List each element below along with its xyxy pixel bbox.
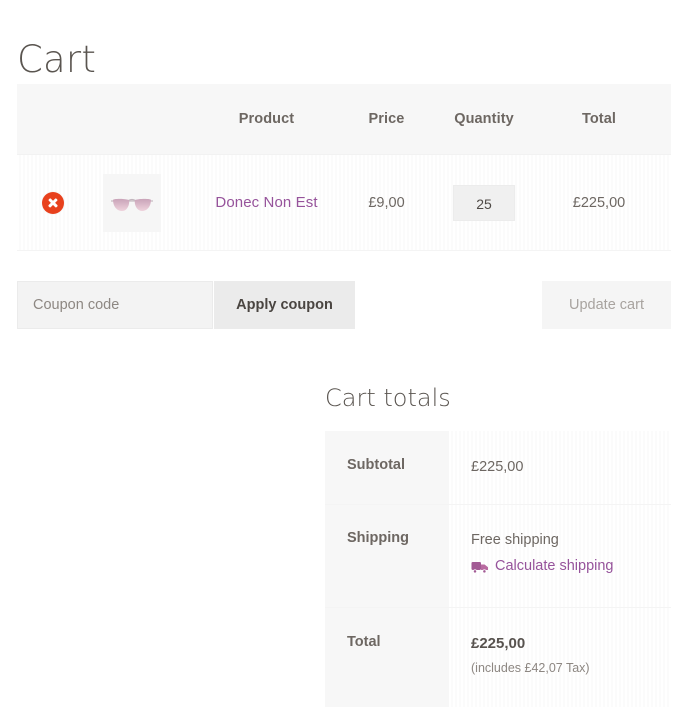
- cart-totals-title: Cart totals: [325, 384, 451, 412]
- delivery-truck-icon: [471, 560, 489, 574]
- column-header-price: Price: [368, 111, 405, 127]
- totals-row-subtotal: Subtotal £225,00: [325, 431, 671, 505]
- product-link[interactable]: Donec Non Est: [215, 194, 317, 211]
- shipping-value: Free shipping Calculate shipping: [449, 505, 671, 607]
- cart-actions-row: Apply coupon Update cart: [17, 281, 671, 329]
- total-value-cell: £225,00 (includes £42,07 Tax): [449, 607, 671, 707]
- cart-table: Product Price Quantity Total Donec Non E…: [17, 84, 671, 251]
- column-header-quantity: Quantity: [454, 111, 514, 127]
- update-cart-button[interactable]: Update cart: [542, 281, 671, 329]
- column-header-product: Product: [238, 111, 295, 127]
- subtotal-value: £225,00: [449, 431, 671, 504]
- calculate-shipping-label: Calculate shipping: [495, 558, 614, 574]
- cart-page: Cart Product Price Quantity Total Donec …: [0, 0, 688, 707]
- coupon-code-input[interactable]: [17, 281, 213, 329]
- product-line-total: £225,00: [572, 194, 626, 211]
- page-title: Cart: [17, 37, 97, 81]
- remove-circle-icon[interactable]: [42, 191, 64, 214]
- table-row: Donec Non Est £9,00 25 £225,00: [17, 155, 671, 251]
- cart-totals-section: Cart totals Subtotal £225,00 Shipping Fr…: [325, 383, 671, 707]
- cart-totals-table: Subtotal £225,00 Shipping Free shipping: [325, 431, 671, 707]
- cart-table-header-row: Product Price Quantity Total: [17, 84, 671, 155]
- quantity-input[interactable]: 25: [453, 184, 515, 221]
- calculate-shipping-link[interactable]: Calculate shipping: [471, 556, 614, 577]
- tax-note: (includes £42,07 Tax): [471, 660, 590, 675]
- remove-cell: [17, 191, 89, 214]
- product-name-cell: Donec Non Est: [189, 194, 344, 212]
- subtotal-label: Subtotal: [325, 431, 449, 504]
- total-label: Total: [325, 607, 449, 707]
- product-price: £9,00: [368, 194, 405, 211]
- sunglasses-thumbnail[interactable]: [103, 173, 161, 232]
- total-amount: £225,00: [471, 634, 526, 652]
- shipping-label: Shipping: [325, 505, 449, 607]
- totals-row-total: Total £225,00 (includes £42,07 Tax): [325, 607, 671, 707]
- apply-coupon-button[interactable]: Apply coupon: [214, 281, 355, 329]
- shipping-method: Free shipping: [471, 532, 559, 548]
- column-header-total: Total: [581, 111, 617, 127]
- quantity-cell: 25: [429, 184, 539, 221]
- totals-row-shipping: Shipping Free shipping Calculate shippin…: [325, 505, 671, 608]
- thumbnail-cell: [89, 173, 189, 232]
